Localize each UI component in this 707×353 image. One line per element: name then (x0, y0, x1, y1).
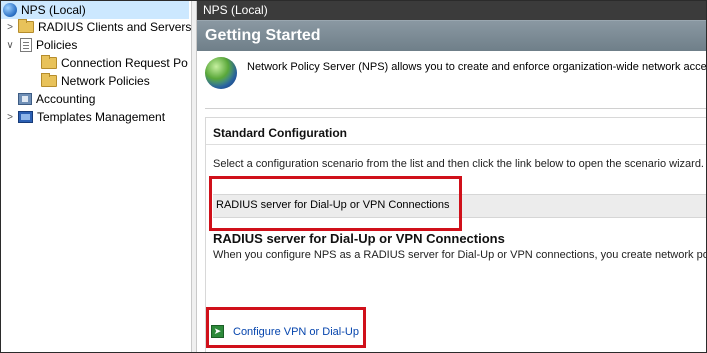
details-pane: NPS (Local) Getting Started Network Poli… (197, 1, 706, 352)
getting-started-banner: Getting Started (197, 20, 706, 51)
intro-section: Network Policy Server (NPS) allows you t… (205, 55, 707, 89)
intro-text: Network Policy Server (NPS) allows you t… (247, 61, 707, 73)
tree-item-connection-request-policies[interactable]: Connection Request Po (41, 54, 188, 72)
standard-configuration-title: Standard Configuration (213, 126, 347, 140)
tree-item-label: Network Policies (61, 74, 150, 88)
wizard-arrow-icon[interactable]: ➤ (211, 325, 224, 338)
scenario-select[interactable]: RADIUS server for Dial-Up or VPN Connect… (213, 194, 706, 218)
configure-vpn-link[interactable]: Configure VPN or Dial-Up (233, 326, 359, 338)
configure-vpn-link-row[interactable]: ➤ Configure VPN or Dial-Up (211, 325, 359, 338)
templates-icon (18, 111, 33, 123)
divider (205, 108, 706, 109)
nps-globe-icon (205, 57, 237, 89)
tree-item-accounting[interactable]: Accounting (18, 90, 95, 108)
tree-item-label: Policies (36, 38, 78, 52)
tree-item-network-policies[interactable]: Network Policies (41, 72, 150, 90)
chevron-right-icon[interactable]: > (5, 112, 15, 123)
folder-icon (18, 19, 34, 33)
scenario-title: RADIUS server for Dial-Up or VPN Connect… (213, 231, 505, 246)
nps-server-icon (3, 3, 17, 17)
accounting-icon (18, 93, 32, 105)
console-tree: NPS (Local) > RADIUS Clients and Servers… (1, 1, 191, 352)
divider (206, 144, 706, 145)
policies-icon (20, 38, 32, 52)
folder-icon (41, 55, 57, 69)
tree-item-label: RADIUS Clients and Servers (38, 20, 192, 34)
chevron-down-icon[interactable]: ∨ (5, 40, 15, 51)
tree-item-radius-clients-servers[interactable]: > RADIUS Clients and Servers (5, 18, 191, 36)
standard-configuration-panel: Standard Configuration Select a configur… (205, 117, 707, 352)
standard-configuration-description: Select a configuration scenario from the… (213, 158, 704, 170)
tree-item-label: Connection Request Po (61, 56, 188, 70)
tree-item-label: Accounting (36, 92, 96, 106)
tree-item-label: Templates Management (37, 110, 166, 124)
pane-header: NPS (Local) (197, 1, 706, 20)
tree-item-policies[interactable]: ∨ Policies (5, 36, 77, 54)
tree-item-templates-management[interactable]: > Templates Management (5, 108, 165, 126)
tree-item-nps-local[interactable]: NPS (Local) (1, 1, 189, 19)
nps-console-window: NPS (Local) > RADIUS Clients and Servers… (0, 0, 707, 353)
scenario-description: When you configure NPS as a RADIUS serve… (213, 249, 707, 261)
scenario-select-value: RADIUS server for Dial-Up or VPN Connect… (216, 199, 450, 211)
chevron-right-icon[interactable]: > (5, 22, 15, 33)
folder-icon (41, 73, 57, 87)
tree-item-label: NPS (Local) (21, 3, 86, 17)
